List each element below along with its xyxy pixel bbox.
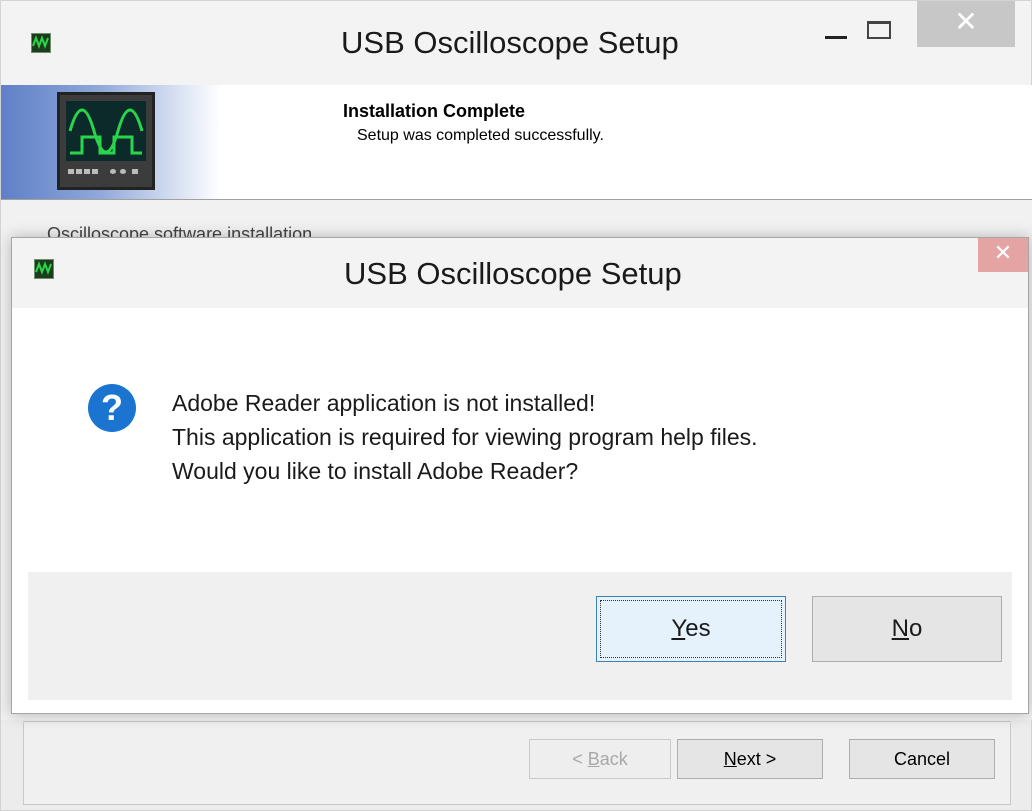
cancel-button[interactable]: Cancel <box>849 739 995 779</box>
next-button[interactable]: Next > <box>677 739 823 779</box>
question-icon: ? <box>88 384 136 432</box>
oscilloscope-icon <box>57 92 155 190</box>
dialog-titlebar[interactable]: USB Oscilloscope Setup ✕ <box>12 238 1028 308</box>
dialog-body: ? Adobe Reader application is not instal… <box>28 308 1012 572</box>
yes-button[interactable]: Yes <box>596 596 786 662</box>
dialog-close-button[interactable]: ✕ <box>978 238 1028 272</box>
banner-subtitle: Setup was completed successfully. <box>357 127 604 144</box>
minimize-button[interactable] <box>813 5 859 57</box>
wizard-banner: Installation Complete Setup was complete… <box>1 85 1032 200</box>
setup-titlebar[interactable]: USB Oscilloscope Setup ✕ <box>1 1 1031 85</box>
divider <box>23 721 1011 722</box>
message-line: Adobe Reader application is not installe… <box>172 390 596 416</box>
close-button[interactable]: ✕ <box>917 1 1015 47</box>
confirmation-dialog: USB Oscilloscope Setup ✕ ? Adobe Reader … <box>11 237 1029 714</box>
close-icon: ✕ <box>993 240 1013 265</box>
maximize-button[interactable] <box>859 5 905 57</box>
oscilloscope-app-icon <box>31 33 51 53</box>
dialog-title: USB Oscilloscope Setup <box>344 256 682 291</box>
window-title: USB Oscilloscope Setup <box>341 25 679 60</box>
dialog-message: Adobe Reader application is not installe… <box>172 386 758 488</box>
dialog-footer: Yes No <box>28 572 1012 700</box>
message-line: Would you like to install Adobe Reader? <box>172 458 579 484</box>
oscilloscope-app-icon <box>34 259 54 279</box>
back-button[interactable]: < Back <box>529 739 671 779</box>
banner-title: Installation Complete <box>343 101 526 121</box>
no-button[interactable]: No <box>812 596 1002 662</box>
message-line: This application is required for viewing… <box>172 424 758 450</box>
close-icon: ✕ <box>954 6 978 37</box>
